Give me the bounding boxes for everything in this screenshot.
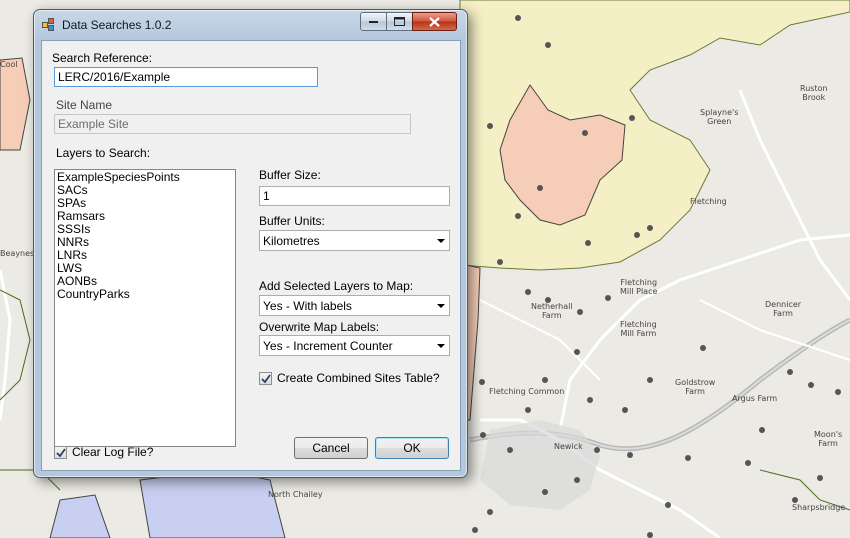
buffer-units-label: Buffer Units: (259, 214, 325, 228)
close-button[interactable] (412, 12, 457, 31)
window-title: Data Searches 1.0.2 (62, 18, 172, 32)
chevron-down-icon (437, 239, 445, 243)
map-label-text: Dennicer Farm (765, 300, 802, 318)
checkmark-icon (261, 373, 271, 383)
map-label-text: Fletching Mill Place (620, 278, 658, 296)
add-layers-label: Add Selected Layers to Map: (259, 279, 414, 293)
add-layers-select[interactable]: Yes - With labels (259, 295, 450, 316)
clear-log-checkbox[interactable] (54, 445, 67, 459)
map-label-north-chailey: North Chailey (268, 490, 323, 499)
map-label-text: Moon's Farm (814, 430, 843, 448)
map-label-text: Fletching Mill Farm (620, 320, 657, 338)
map-label-text: Splayne's Green (700, 108, 739, 126)
close-icon (429, 16, 440, 27)
clear-log-checkbox-row[interactable]: Clear Log File? (54, 445, 153, 459)
map-label-fletching-mill-farm: Fletching Mill Farm (620, 320, 657, 338)
map-label-coolham: Cool (0, 60, 18, 69)
dialog-body: Search Reference: LERC/2016/Example Site… (41, 40, 461, 471)
buffer-size-label: Buffer Size: (259, 168, 321, 182)
overwrite-labels-value: Yes - Increment Counter (263, 339, 393, 353)
chevron-down-icon (437, 344, 445, 348)
map-label-dennicer-farm: Dennicer Farm (765, 300, 801, 318)
ok-button[interactable]: OK (375, 437, 449, 459)
maximize-icon (394, 17, 405, 26)
map-label-moons-farm: Moon's Farm (814, 430, 842, 448)
map-label-splaynes-green: Splayne's Green (700, 108, 738, 126)
overwrite-labels-select[interactable]: Yes - Increment Counter (259, 335, 450, 356)
minimize-button[interactable] (360, 12, 387, 31)
map-label-text: Ruston Brook (800, 84, 828, 102)
map-label-text: Goldstrow Farm (675, 378, 716, 396)
title-bar[interactable]: Data Searches 1.0.2 (34, 10, 467, 40)
list-item[interactable]: CountryParks (57, 288, 233, 301)
minimize-icon (368, 20, 378, 23)
map-label-newick: Newick (554, 442, 583, 451)
combined-table-checkbox[interactable] (259, 371, 272, 385)
map-label-ruston-brook: Ruston Brook (800, 84, 828, 102)
buffer-units-value: Kilometres (263, 234, 320, 248)
site-name-label: Site Name (56, 98, 113, 112)
map-label-beaynes: Beaynes (0, 249, 35, 258)
chevron-down-icon (437, 304, 445, 308)
lws-area (139, 469, 286, 538)
map-label-fletching-mill-place: Fletching Mill Place (620, 278, 657, 296)
combined-table-checkbox-row[interactable]: Create Combined Sites Table? (259, 371, 440, 385)
clear-log-label: Clear Log File? (72, 445, 154, 459)
overwrite-labels-label: Overwrite Map Labels: (259, 320, 380, 334)
buffer-units-select[interactable]: Kilometres (259, 230, 450, 251)
app-icon-square-blue (48, 25, 54, 31)
layers-listbox[interactable]: ExampleSpeciesPoints SACs SPAs Ramsars S… (54, 169, 236, 447)
app-icon (42, 18, 56, 32)
map-label-fletching-common: Fletching Common (489, 387, 565, 396)
map-label-sharpsbridge: Sharpsbridge (792, 503, 846, 512)
add-layers-value: Yes - With labels (263, 299, 352, 313)
data-searches-dialog: Data Searches 1.0.2 Search Reference: LE… (33, 9, 468, 478)
map-label-netherhall-farm: Netherhall Farm (531, 302, 573, 320)
search-reference-input[interactable]: LERC/2016/Example (54, 67, 318, 87)
site-name-input[interactable]: Example Site (54, 114, 411, 134)
buffer-size-input[interactable]: 1 (259, 186, 450, 206)
map-label-goldstrow-farm: Goldstrow Farm (675, 378, 715, 396)
cancel-button[interactable]: Cancel (294, 437, 368, 459)
app-icon-square-red (48, 18, 54, 24)
checkmark-icon (56, 447, 66, 457)
combined-table-label: Create Combined Sites Table? (277, 371, 440, 385)
map-label-argus-farm: Argus Farm (732, 394, 778, 403)
map-label-text: Netherhall Farm (531, 302, 573, 320)
list-item[interactable]: LNRs (57, 249, 233, 262)
layers-to-search-label: Layers to Search: (56, 146, 151, 160)
map-label-fletching: Fletching (690, 197, 727, 206)
search-reference-label: Search Reference: (52, 51, 153, 65)
maximize-button[interactable] (386, 12, 413, 31)
